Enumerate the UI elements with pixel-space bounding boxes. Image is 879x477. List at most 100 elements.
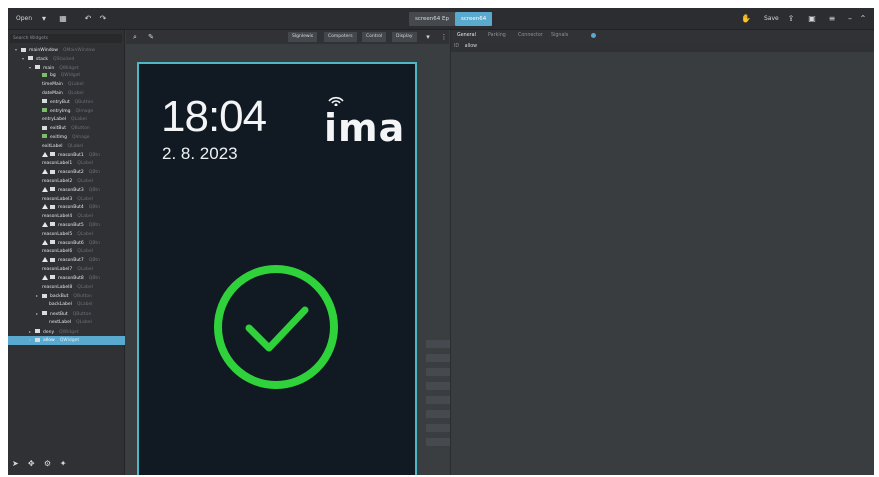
tree-item[interactable]: reasonLabel2 QLabel: [8, 178, 125, 187]
tree-item[interactable]: exitImg QImage: [8, 134, 125, 143]
more-icon[interactable]: ⋮: [439, 32, 449, 42]
date-label: 2. 8. 2023: [162, 144, 238, 163]
button-node-icon: [50, 169, 55, 174]
zoom-icon[interactable]: ⌕: [130, 32, 140, 42]
tree-item-label: stack: [36, 56, 48, 62]
tab-parking[interactable]: Parking: [488, 30, 506, 42]
tree-item-label: reasonBut6: [58, 240, 84, 246]
tool-button-4[interactable]: Display: [392, 32, 417, 42]
tree-item[interactable]: reasonBut2 QBtn: [8, 169, 125, 178]
tree-item[interactable]: reasonLabel8 QLabel: [8, 284, 125, 293]
tree-item-type: QBtn: [88, 222, 101, 228]
pointer-icon[interactable]: ➤: [12, 459, 26, 468]
info-icon[interactable]: [591, 33, 596, 38]
file-tab-active[interactable]: screen64: [455, 12, 493, 26]
top-toolbar: Open ▾ ▦ ↶ ↷ screen64 Ep screen64 ✋ Save…: [8, 8, 874, 30]
tree-item[interactable]: exitBut QButton: [8, 125, 125, 134]
tree-item-label: reasonBut8: [58, 275, 84, 281]
tree-item-label: reasonBut7: [58, 258, 84, 264]
chevron-down-icon[interactable]: ▾: [38, 13, 50, 25]
tree-item[interactable]: ▸ nextBut QButton: [8, 310, 125, 319]
save-button[interactable]: Save: [764, 13, 779, 25]
tree-item[interactable]: ▾ stack QStacked: [8, 55, 125, 64]
tree-item[interactable]: reasonBut4 QBtn: [8, 204, 125, 213]
tree-item-type: QLabel: [77, 196, 93, 202]
save-disk-icon[interactable]: ▣: [806, 13, 818, 25]
button-node-icon: [50, 240, 55, 245]
layout-icon[interactable]: ▦: [57, 13, 69, 25]
tree-item[interactable]: ▾ main QWidget: [8, 64, 125, 73]
tree-item-label: entryLabel: [42, 117, 67, 123]
move-icon[interactable]: ✥: [28, 459, 42, 468]
tree-item-type: QLabel: [76, 302, 93, 308]
properties-panel: General Parking Connector Signals ID all…: [450, 30, 874, 475]
tree-item-label: reasonLabel5: [42, 231, 73, 237]
time-label: 18:04: [161, 92, 267, 141]
tab-signals[interactable]: Signals: [551, 30, 568, 42]
tree-item[interactable]: reasonLabel3 QLabel: [8, 196, 125, 205]
menu-icon[interactable]: ≡: [826, 13, 838, 25]
tree-item[interactable]: timeMain QLabel: [8, 81, 125, 90]
tree-item[interactable]: reasonLabel5 QLabel: [8, 231, 125, 240]
tree-item[interactable]: reasonLabel6 QLabel: [8, 248, 125, 257]
tree-item-type: QLabel: [67, 82, 84, 88]
widget-node-icon: [28, 56, 33, 61]
tree-item-type: QButton: [71, 126, 90, 132]
tree-item-label: bg: [50, 73, 56, 79]
tree-item[interactable]: entryBut QButton: [8, 99, 125, 108]
tree-item[interactable]: reasonBut8 QBtn: [8, 274, 125, 284]
tree-item-label: reasonLabel7: [42, 266, 73, 272]
device-screen-preview[interactable]: 18:04 2. 8. 2023 ima: [137, 62, 417, 475]
undo-icon[interactable]: ↶: [82, 13, 94, 25]
tree-item[interactable]: ▾ mainWindow QMainWindow: [8, 46, 125, 55]
tree-item[interactable]: reasonLabel4 QLabel: [8, 213, 125, 222]
pin-icon[interactable]: ✦: [60, 459, 74, 468]
tree-item[interactable]: reasonLabel1 QLabel: [8, 160, 125, 169]
warning-icon: [42, 186, 48, 192]
tab-connector[interactable]: Connector: [518, 30, 543, 42]
tree-item[interactable]: reasonBut6 QBtn: [8, 239, 125, 249]
tree-item-type: QButton: [72, 311, 92, 317]
tree-item[interactable]: ▸ deny QWidget: [8, 328, 125, 337]
tree-item[interactable]: nextLabel QLabel: [8, 319, 125, 328]
tree-item-type: QLabel: [77, 161, 93, 167]
tree-item-label: reasonLabel2: [42, 178, 73, 184]
redo-icon[interactable]: ↷: [97, 13, 109, 25]
hand-icon[interactable]: ✋: [740, 13, 752, 25]
tree-item[interactable]: reasonBut5 QBtn: [8, 221, 125, 231]
tree-item[interactable]: ▸ allow QWidget: [8, 336, 125, 346]
tree-item[interactable]: entryLabel QLabel: [8, 116, 125, 125]
minimize-icon[interactable]: –: [844, 13, 856, 25]
search-input[interactable]: Search Widgets: [10, 34, 122, 43]
widget-node-icon: [42, 125, 47, 130]
group-icon[interactable]: ⚙: [44, 459, 58, 468]
property-row[interactable]: ID allow: [451, 42, 874, 52]
tree-item[interactable]: reasonLabel7 QLabel: [8, 266, 125, 275]
export-icon[interactable]: ⇪: [785, 13, 797, 25]
tool-button-2[interactable]: Compoters: [324, 32, 357, 42]
widget-tree: ▾ mainWindow QMainWindow ▾ stack QStacked ▾ mai…: [8, 46, 125, 346]
tree-item-type: QLabel: [77, 249, 93, 255]
tree-item-label: exitLabel: [42, 143, 63, 149]
button-node-icon: [50, 257, 55, 262]
tree-item[interactable]: reasonBut3 QBtn: [8, 186, 125, 196]
tool-button-1[interactable]: Slgnlewis: [288, 32, 318, 42]
file-tab-secondary[interactable]: screen64 Ep: [409, 12, 455, 26]
tree-item[interactable]: bg QWidget: [8, 72, 125, 81]
wrench-icon[interactable]: ✎: [146, 32, 156, 42]
tree-item[interactable]: backLabel QLabel: [8, 301, 125, 310]
maximize-icon[interactable]: ⌃: [857, 13, 869, 25]
tool-button-3[interactable]: Control: [362, 32, 387, 42]
warning-icon: [42, 151, 48, 157]
tab-general[interactable]: General: [457, 30, 476, 42]
tree-item[interactable]: entryImg QImage: [8, 108, 125, 117]
tree-item[interactable]: dateMain QLabel: [8, 90, 125, 99]
open-menu-button[interactable]: Open: [16, 13, 32, 25]
property-value: allow: [464, 44, 478, 49]
chevron-down-icon[interactable]: ▾: [423, 32, 433, 42]
tree-item[interactable]: reasonBut1 QBtn: [8, 151, 125, 161]
tree-item[interactable]: reasonBut7 QBtn: [8, 257, 125, 266]
tree-item-type: QBtn: [88, 205, 101, 211]
tree-item[interactable]: exitLabel QLabel: [8, 143, 125, 152]
tree-item[interactable]: ▸ backBut QButton: [8, 292, 125, 301]
